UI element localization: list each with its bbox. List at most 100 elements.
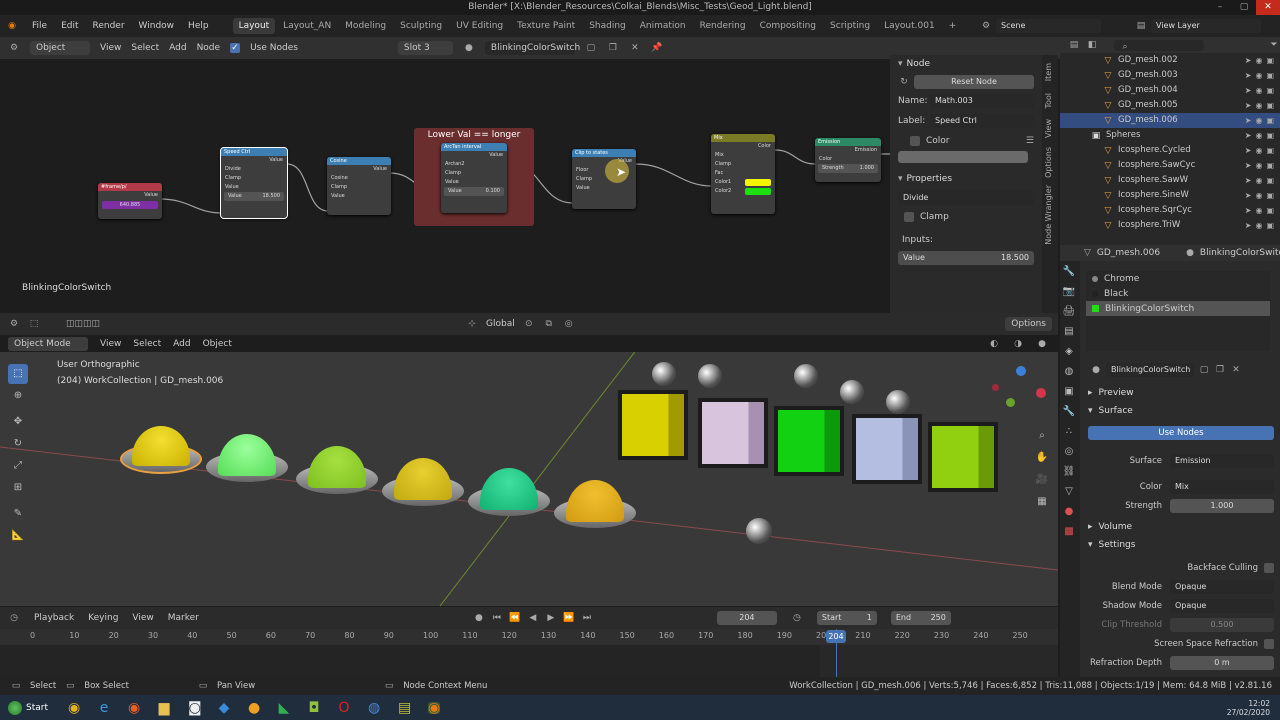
physics-tab-icon[interactable]: ◎ [1060,443,1078,461]
pan-hand-icon[interactable]: ✋ [1032,448,1052,468]
outliner-row[interactable]: ▽ Icosphere.TriW ➤ ◉ ▣ [1060,218,1280,233]
move-tool-icon[interactable]: ✥ [8,412,28,432]
node-emission-strength[interactable]: Strength 1.000 [818,164,878,173]
add-workspace-icon[interactable]: + [943,18,963,34]
tab-view[interactable]: View [1044,119,1053,138]
timeline-body[interactable]: 0 10 20 30 40 50 60 70 80 90 100 110 120 130 140 150 160… [0,629,1058,677]
measure-tool-icon[interactable]: 📐 [8,526,28,546]
color-input-select[interactable]: Mix [1170,479,1274,494]
camera-icon[interactable]: ▣ [1266,68,1274,83]
node-frame-driver-value[interactable]: 640.885 [102,201,158,209]
cube-pink[interactable] [698,398,768,468]
backface-checkbox[interactable] [1264,562,1274,573]
node-arctan-clamp[interactable]: Clamp [441,169,507,178]
camera-icon[interactable]: ▣ [1266,188,1274,203]
scene-tab-icon[interactable]: ◈ [1060,343,1078,361]
timeline-ruler[interactable]: 0 10 20 30 40 50 60 70 80 90 100 110 120 130 140 150 160… [0,629,1058,645]
eye-icon[interactable]: ◉ [1255,218,1262,233]
camera-icon[interactable]: ▣ [1266,83,1274,98]
node-speed-clamp[interactable]: Clamp [221,174,287,183]
material-unlink-icon[interactable]: ✕ [1230,364,1242,376]
playhead-marker[interactable]: 204 [826,630,846,643]
eye-icon[interactable]: ◉ [1255,128,1262,143]
tab-layout-001[interactable]: Layout.001 [878,18,941,34]
firefox-icon[interactable]: ◉ [128,701,140,715]
node-emission[interactable]: Emission Emission Color Strength 1.000 [815,138,881,182]
color-checkbox[interactable] [910,136,920,146]
tab-compositing[interactable]: Compositing [754,18,822,34]
cube-lime[interactable] [928,422,998,492]
operation-select[interactable]: Divide [898,191,1034,205]
name-field[interactable]: Math.003 [930,94,1034,108]
visibility-icons[interactable]: ➤ ◉ ▣ [1245,98,1274,113]
visibility-icons[interactable]: ➤ ◉ ▣ [1245,188,1274,203]
transform-tool-icon[interactable]: ⊞ [8,478,28,498]
select-arrow-icon[interactable]: ➤ [1245,173,1252,188]
next-key-icon[interactable]: ⏩ [563,612,575,624]
timeline-editor-icon[interactable]: ◷ [8,612,20,624]
node-mix-c2-swatch[interactable] [745,188,771,195]
gizmo-neg-x-icon[interactable] [992,384,999,391]
tab-uv-editing[interactable]: UV Editing [450,18,509,34]
visibility-icons[interactable]: ➤ ◉ ▣ [1245,83,1274,98]
slot-black[interactable]: Black [1086,286,1270,301]
outliner-row[interactable]: ▽ GD_mesh.006 ➤ ◉ ▣ [1060,113,1280,128]
display-mode-icon[interactable]: ◧ [1086,39,1098,51]
app-teams-icon[interactable]: ◍ [368,701,380,715]
material-fake-user-icon[interactable]: ▢ [1198,364,1210,376]
world-tab-icon[interactable]: ◍ [1060,363,1078,381]
tab-sculpting[interactable]: Sculpting [394,18,448,34]
tab-node-wrangler[interactable]: Node Wrangler [1044,185,1053,245]
material-copy-icon[interactable]: ❐ [1214,364,1226,376]
chrome-icon[interactable]: ◉ [68,701,80,715]
app-android-icon[interactable]: ◘ [308,701,320,715]
material-datablock-field[interactable]: BlinkingColorSwitch [1106,363,1194,377]
timeline-menu-playback[interactable]: Playback [34,613,74,623]
material-sphere-icon[interactable]: ● [463,42,475,54]
visibility-icons[interactable]: ➤ ◉ ▣ [1245,113,1274,128]
view-layer-field[interactable]: View Layer [1151,19,1261,33]
outliner-search[interactable]: ⌕ [1114,39,1204,52]
unlink-icon[interactable]: ✕ [629,42,641,54]
gizmo-y-icon[interactable] [1006,398,1015,407]
data-tab-icon[interactable]: ▽ [1060,483,1078,501]
constraints-tab-icon[interactable]: ⛓ [1060,463,1078,481]
value-input-field[interactable]: Value 18.500 [898,251,1034,265]
camera-icon[interactable]: ▣ [1266,158,1274,173]
material-field[interactable]: BlinkingColorSwitch [484,41,580,55]
node-mix-op[interactable]: Mix [711,151,775,160]
tab-scripting[interactable]: Scripting [824,18,876,34]
viewport-menu-select[interactable]: Select [133,339,161,349]
clock-icon[interactable]: ◷ [791,612,803,624]
eye-icon[interactable]: ◉ [1255,113,1262,128]
visibility-icons[interactable]: ➤ ◉ ▣ [1245,128,1274,143]
node-arctan[interactable]: ArcTan interval Value Arctan2 Clamp Valu… [441,143,507,213]
select-arrow-icon[interactable]: ➤ [1245,128,1252,143]
outliner-row[interactable]: ▣ Spheres ➤ ◉ ▣ [1060,128,1280,143]
camera-view-icon[interactable]: 🎥 [1032,470,1052,490]
slot-select[interactable]: Slot 3 [397,41,453,55]
object-mode-select[interactable]: Object Mode [8,336,88,351]
pin-icon[interactable]: 📌 [651,42,663,54]
select-box-tool-icon[interactable]: ⬚ [8,364,28,384]
visibility-icons[interactable]: ➤ ◉ ▣ [1245,203,1274,218]
chrome-ball-5[interactable] [886,390,910,414]
tab-layout[interactable]: Layout [232,18,276,34]
clip-threshold-field[interactable]: 0.500 [1170,617,1274,632]
select-arrow-icon[interactable]: ➤ [1245,203,1252,218]
scale-tool-icon[interactable]: ⤢ [8,456,28,476]
cube-green[interactable] [774,406,844,476]
shadow-mode-select[interactable]: Opaque [1170,598,1274,613]
duplicate-icon[interactable]: ❐ [607,42,619,54]
viewport-shading-rendered-icon[interactable]: ● [1036,338,1048,350]
record-icon[interactable]: ● [473,612,485,624]
visibility-icons[interactable]: ➤ ◉ ▣ [1245,143,1274,158]
taskbar-clock[interactable]: 12:02 27/02/2020 [1227,699,1280,717]
select-arrow-icon[interactable]: ➤ [1245,188,1252,203]
orientation-select[interactable]: Global [486,319,515,329]
eye-icon[interactable]: ◉ [1255,83,1262,98]
blender-logo-icon[interactable]: ◉ [6,20,18,32]
select-arrow-icon[interactable]: ➤ [1245,158,1252,173]
node-canvas[interactable]: Lower Val == longer #frame/p/ Value 640.… [0,59,890,313]
play-icon[interactable]: ▶ [545,612,557,624]
